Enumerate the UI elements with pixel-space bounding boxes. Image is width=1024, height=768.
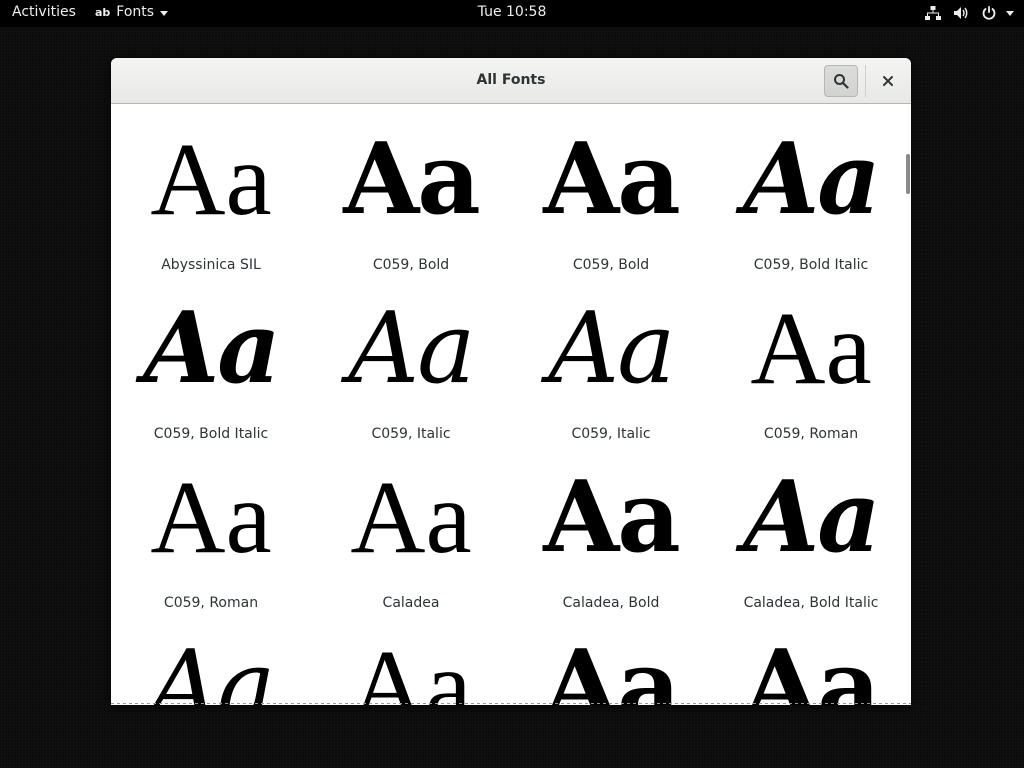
font-sample-preview: Aa bbox=[150, 122, 272, 237]
font-sample-preview: Aa bbox=[148, 630, 275, 705]
font-sample-preview: Aa bbox=[743, 460, 881, 575]
font-sample-preview: Aa bbox=[543, 460, 681, 575]
font-tile[interactable]: Aa C059, Roman bbox=[111, 442, 311, 612]
font-tile[interactable]: Aa C059, Bold bbox=[311, 104, 511, 274]
font-tile[interactable]: Aa Caladea, Bold bbox=[511, 442, 711, 612]
font-tile[interactable]: Aa bbox=[511, 611, 711, 706]
volume-icon bbox=[952, 4, 970, 22]
chevron-down-icon bbox=[160, 10, 169, 16]
window-bottom-edge bbox=[111, 703, 911, 705]
font-tile[interactable]: Aa bbox=[111, 611, 311, 705]
font-sample-preview: Aa bbox=[750, 291, 872, 406]
window-title: All Fonts bbox=[476, 72, 546, 88]
font-tile[interactable]: Aa C059, Roman bbox=[711, 273, 911, 443]
header-bar: All Fonts bbox=[111, 58, 911, 104]
scrollbar[interactable] bbox=[906, 154, 910, 194]
font-name-label: C059, Bold Italic bbox=[753, 257, 869, 273]
font-sample-preview: Aa bbox=[548, 292, 675, 406]
font-sample-preview: Aa bbox=[743, 629, 881, 706]
search-button[interactable] bbox=[824, 65, 858, 97]
font-name-label: C059, Bold bbox=[372, 257, 450, 273]
font-tile[interactable]: Aa Abyssinica SIL bbox=[111, 104, 311, 274]
font-sample-preview: Aa bbox=[543, 122, 681, 237]
activities-label: Activities bbox=[12, 4, 76, 20]
clock[interactable]: Tue 10:58 bbox=[442, 4, 582, 20]
font-name-label: Caladea, Bold Italic bbox=[743, 595, 879, 611]
network-icon bbox=[924, 4, 942, 22]
font-tile[interactable]: Aa C059, Italic bbox=[311, 273, 511, 442]
font-name-label: C059, Roman bbox=[763, 426, 859, 442]
close-button[interactable] bbox=[873, 65, 903, 97]
font-tile[interactable]: Aa C059, Bold Italic bbox=[711, 104, 911, 274]
search-icon bbox=[834, 74, 849, 89]
font-name-label: Caladea bbox=[382, 595, 440, 611]
fonts-window: All Fonts Aa Abyssinica SIL Aa C059, Bold Aa… bbox=[111, 58, 911, 705]
system-status-menu[interactable] bbox=[914, 3, 1014, 23]
top-bar: Activities ab Fonts Tue 10:58 bbox=[0, 0, 1024, 27]
font-sample-preview: Aa bbox=[350, 629, 472, 706]
app-menu[interactable]: ab Fonts bbox=[95, 4, 169, 20]
font-sample-preview: Aa bbox=[143, 291, 281, 406]
font-name-label: C059, Bold bbox=[572, 257, 650, 273]
font-name-label: C059, Italic bbox=[571, 426, 651, 442]
chevron-down-icon bbox=[1006, 10, 1014, 16]
font-sample-preview: Aa bbox=[348, 292, 475, 406]
font-sample-preview: Aa bbox=[150, 460, 272, 575]
activities-button[interactable]: Activities bbox=[12, 4, 76, 20]
font-tile[interactable]: Aa C059, Bold Italic bbox=[111, 273, 311, 443]
font-name-label: C059, Roman bbox=[163, 595, 259, 611]
font-sample-preview: Aa bbox=[350, 460, 472, 575]
font-tile[interactable]: Aa Caladea bbox=[311, 442, 511, 612]
close-icon bbox=[883, 76, 893, 86]
font-tile[interactable]: Aa bbox=[311, 611, 511, 706]
font-tile[interactable]: Aa bbox=[711, 611, 911, 706]
font-sample-preview: Aa bbox=[543, 629, 681, 706]
font-name-label: C059, Italic bbox=[371, 426, 451, 442]
app-menu-label: Fonts bbox=[116, 4, 155, 20]
font-tile[interactable]: Aa Caladea, Bold Italic bbox=[711, 442, 911, 612]
font-sample-preview: Aa bbox=[743, 122, 881, 237]
power-icon bbox=[980, 4, 998, 22]
font-name-label: C059, Bold Italic bbox=[153, 426, 269, 442]
font-tile[interactable]: Aa C059, Bold bbox=[511, 104, 711, 274]
font-name-label: Abyssinica SIL bbox=[161, 257, 261, 273]
clock-label: Tue 10:58 bbox=[477, 4, 547, 20]
font-tile[interactable]: Aa C059, Italic bbox=[511, 273, 711, 442]
fonts-app-icon: ab bbox=[95, 6, 111, 19]
font-grid: Aa Abyssinica SIL Aa C059, Bold Aa C059, Bold… bbox=[111, 104, 911, 706]
font-grid-view[interactable]: Aa Abyssinica SIL Aa C059, Bold Aa C059, Bold… bbox=[111, 104, 911, 705]
font-sample-preview: Aa bbox=[343, 122, 481, 237]
header-separator bbox=[865, 65, 866, 97]
font-name-label: Caladea, Bold bbox=[562, 595, 660, 611]
